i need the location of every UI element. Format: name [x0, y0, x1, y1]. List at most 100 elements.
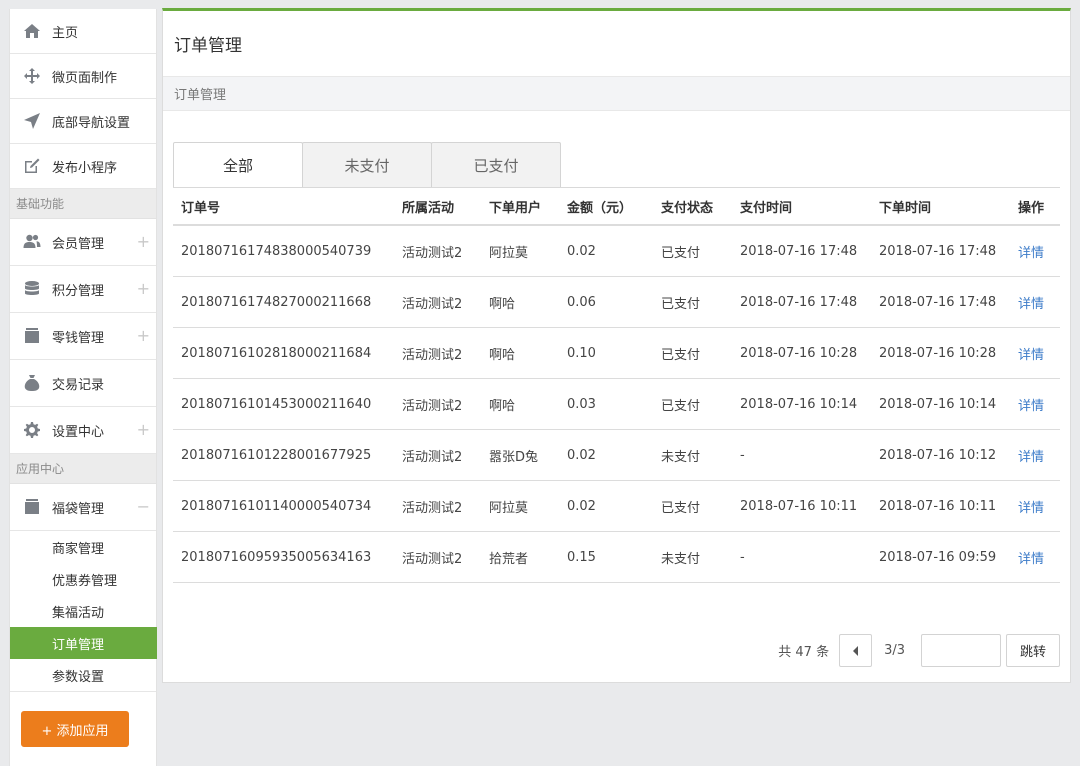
section-header-basic: 基础功能: [10, 189, 156, 219]
table-cell: 已支付: [661, 398, 701, 414]
column-header: 订单号: [181, 200, 221, 216]
table-cell: 2018-07-16 17:48: [879, 294, 997, 310]
detail-link[interactable]: 详情: [1010, 497, 1060, 516]
table-cell: 0.03: [567, 396, 596, 412]
table-cell: 20180716174827000211668: [181, 294, 372, 310]
page-indicator: 3/3: [884, 643, 905, 658]
add-app-button[interactable]: + 添加应用: [21, 711, 129, 747]
table-cell: 2018-07-16 17:48: [740, 294, 858, 310]
sidebar-item-basic-4[interactable]: 设置中心 +: [10, 407, 156, 454]
sidebar-item-basic-2[interactable]: 零钱管理 +: [10, 313, 156, 360]
table-cell: 活动测试2: [402, 449, 463, 465]
table-cell: 0.02: [567, 498, 596, 514]
sidebar-item-3[interactable]: 发布小程序: [10, 144, 156, 189]
sidebar-item-lucky-bag[interactable]: 福袋管理 −: [10, 484, 156, 531]
nav-item-label: 主页: [52, 25, 79, 41]
table-row: 20180716101453000211640 活动测试2 啊哈 0.03 已支付 201…: [173, 379, 1060, 430]
detail-link[interactable]: 详情: [1010, 344, 1060, 363]
sidebar-item-1[interactable]: 微页面制作: [10, 54, 156, 99]
table-cell: 2018-07-16 17:48: [879, 243, 997, 259]
table-cell: 0.02: [567, 243, 596, 259]
nav-item-label: 发布小程序: [52, 160, 118, 176]
column-header: 金额（元）: [567, 200, 633, 216]
table-cell: 活动测试2: [402, 398, 463, 414]
column-header: 下单时间: [879, 200, 932, 216]
chevron-left-icon: [852, 645, 858, 656]
prev-page-button[interactable]: [839, 634, 873, 667]
page-jump-input[interactable]: [921, 634, 1001, 667]
table-cell: 20180716101453000211640: [181, 396, 372, 412]
table-cell: 已支付: [661, 347, 701, 363]
detail-link[interactable]: 详情: [1010, 293, 1060, 312]
sidebar-subitem[interactable]: 优惠券管理: [10, 563, 156, 595]
table-cell: 20180716095935005634163: [181, 549, 372, 565]
tab[interactable]: 未支付: [302, 142, 432, 188]
table-cell: 阿拉莫: [489, 500, 529, 516]
table-cell: -: [740, 447, 745, 463]
table-cell: 2018-07-16 10:11: [879, 498, 997, 514]
nav-item-label: 零钱管理: [52, 330, 105, 346]
table-cell: 拾荒者: [489, 551, 529, 567]
tab[interactable]: 全部: [173, 142, 303, 188]
detail-link[interactable]: 详情: [1010, 395, 1060, 414]
table-row: 20180716174827000211668 活动测试2 啊哈 0.06 已支付 201…: [173, 277, 1060, 328]
table-cell: 0.06: [567, 294, 596, 310]
table-cell: 已支付: [661, 296, 701, 312]
bag-icon: [22, 497, 42, 517]
collapse-icon[interactable]: −: [137, 499, 150, 515]
table-cell: 啊哈: [489, 398, 516, 414]
sidebar-item-basic-3[interactable]: 交易记录: [10, 360, 156, 407]
expand-icon[interactable]: +: [137, 422, 150, 438]
edit-icon: [22, 156, 42, 176]
table-cell: 0.02: [567, 447, 596, 463]
pagination: 共 47 条 3/3 跳转: [778, 634, 1060, 667]
page-title: 订单管理: [174, 36, 242, 56]
table-row: 20180716102818000211684 活动测试2 啊哈 0.10 已支付 201…: [173, 328, 1060, 379]
sidebar-item-2[interactable]: 底部导航设置: [10, 99, 156, 144]
nav-item-label: 底部导航设置: [52, 115, 131, 131]
sidebar-item-basic-0[interactable]: 会员管理 +: [10, 219, 156, 266]
detail-link[interactable]: 详情: [1010, 446, 1060, 465]
table-header: 订单号 所属活动 下单用户 金额（元） 支付状态 支付时间 下单时间 操作: [173, 188, 1060, 226]
expand-icon[interactable]: +: [137, 234, 150, 250]
table-row: 20180716095935005634163 活动测试2 拾荒者 0.15 未支付 - 2…: [173, 532, 1060, 583]
table-row: 20180716101140000540734 活动测试2 阿拉莫 0.02 已支付 20…: [173, 481, 1060, 532]
table-cell: 活动测试2: [402, 245, 463, 261]
table-cell: 2018-07-16 17:48: [740, 243, 858, 259]
table-row: 20180716101228001677925 活动测试2 嚣张D兔 0.02 未支付 -…: [173, 430, 1060, 481]
detail-link[interactable]: 详情: [1010, 548, 1060, 567]
orders-table: 订单号 所属活动 下单用户 金额（元） 支付状态 支付时间 下单时间 操作 201807161…: [173, 187, 1060, 583]
sidebar-subitem[interactable]: 订单管理: [10, 627, 157, 659]
main-panel: 订单管理 订单管理 全部 未支付 已支付 订单号 所属活动 下单用户 金额（元） 支付状态支…: [162, 8, 1071, 683]
section-header-apps: 应用中心: [10, 454, 156, 484]
detail-link[interactable]: 详情: [1010, 242, 1060, 261]
sidebar-item-0[interactable]: 主页: [10, 9, 156, 54]
table-cell: 2018-07-16 10:11: [740, 498, 858, 514]
expand-icon[interactable]: +: [137, 328, 150, 344]
sidebar-item-basic-1[interactable]: 积分管理 +: [10, 266, 156, 313]
sidebar-subitem[interactable]: 参数设置: [10, 659, 156, 691]
sidebar-subitem[interactable]: 商家管理: [10, 531, 156, 563]
jump-button[interactable]: 跳转: [1006, 634, 1060, 667]
column-header: 操作: [1018, 200, 1045, 216]
nav-item-label: 交易记录: [52, 377, 105, 393]
order-tabs: 全部 未支付 已支付: [173, 142, 561, 188]
column-header: 支付状态: [661, 200, 714, 216]
tab[interactable]: 已支付: [431, 142, 561, 188]
nav-item-label: 福袋管理: [52, 501, 105, 517]
expand-icon[interactable]: +: [137, 281, 150, 297]
table-cell: 活动测试2: [402, 500, 463, 516]
table-row: 20180716174838000540739 活动测试2 阿拉莫 0.02 已支付 20…: [173, 226, 1060, 277]
column-header: 下单用户: [489, 200, 542, 216]
total-count: 共 47 条: [778, 645, 830, 660]
nav-item-label: 设置中心: [52, 424, 105, 440]
database-icon: [22, 279, 42, 299]
table-cell: 2018-07-16 10:28: [879, 345, 997, 361]
table-cell: 0.15: [567, 549, 596, 565]
table-cell: 2018-07-16 09:59: [879, 549, 997, 565]
app-sub-menu: 商家管理 优惠券管理 集福活动 订单管理 参数设置: [10, 531, 157, 692]
sidebar-subitem[interactable]: 集福活动: [10, 595, 156, 627]
wallet-icon: [22, 326, 42, 346]
table-cell: 未支付: [661, 551, 701, 567]
table-cell: 20180716101228001677925: [181, 447, 372, 463]
